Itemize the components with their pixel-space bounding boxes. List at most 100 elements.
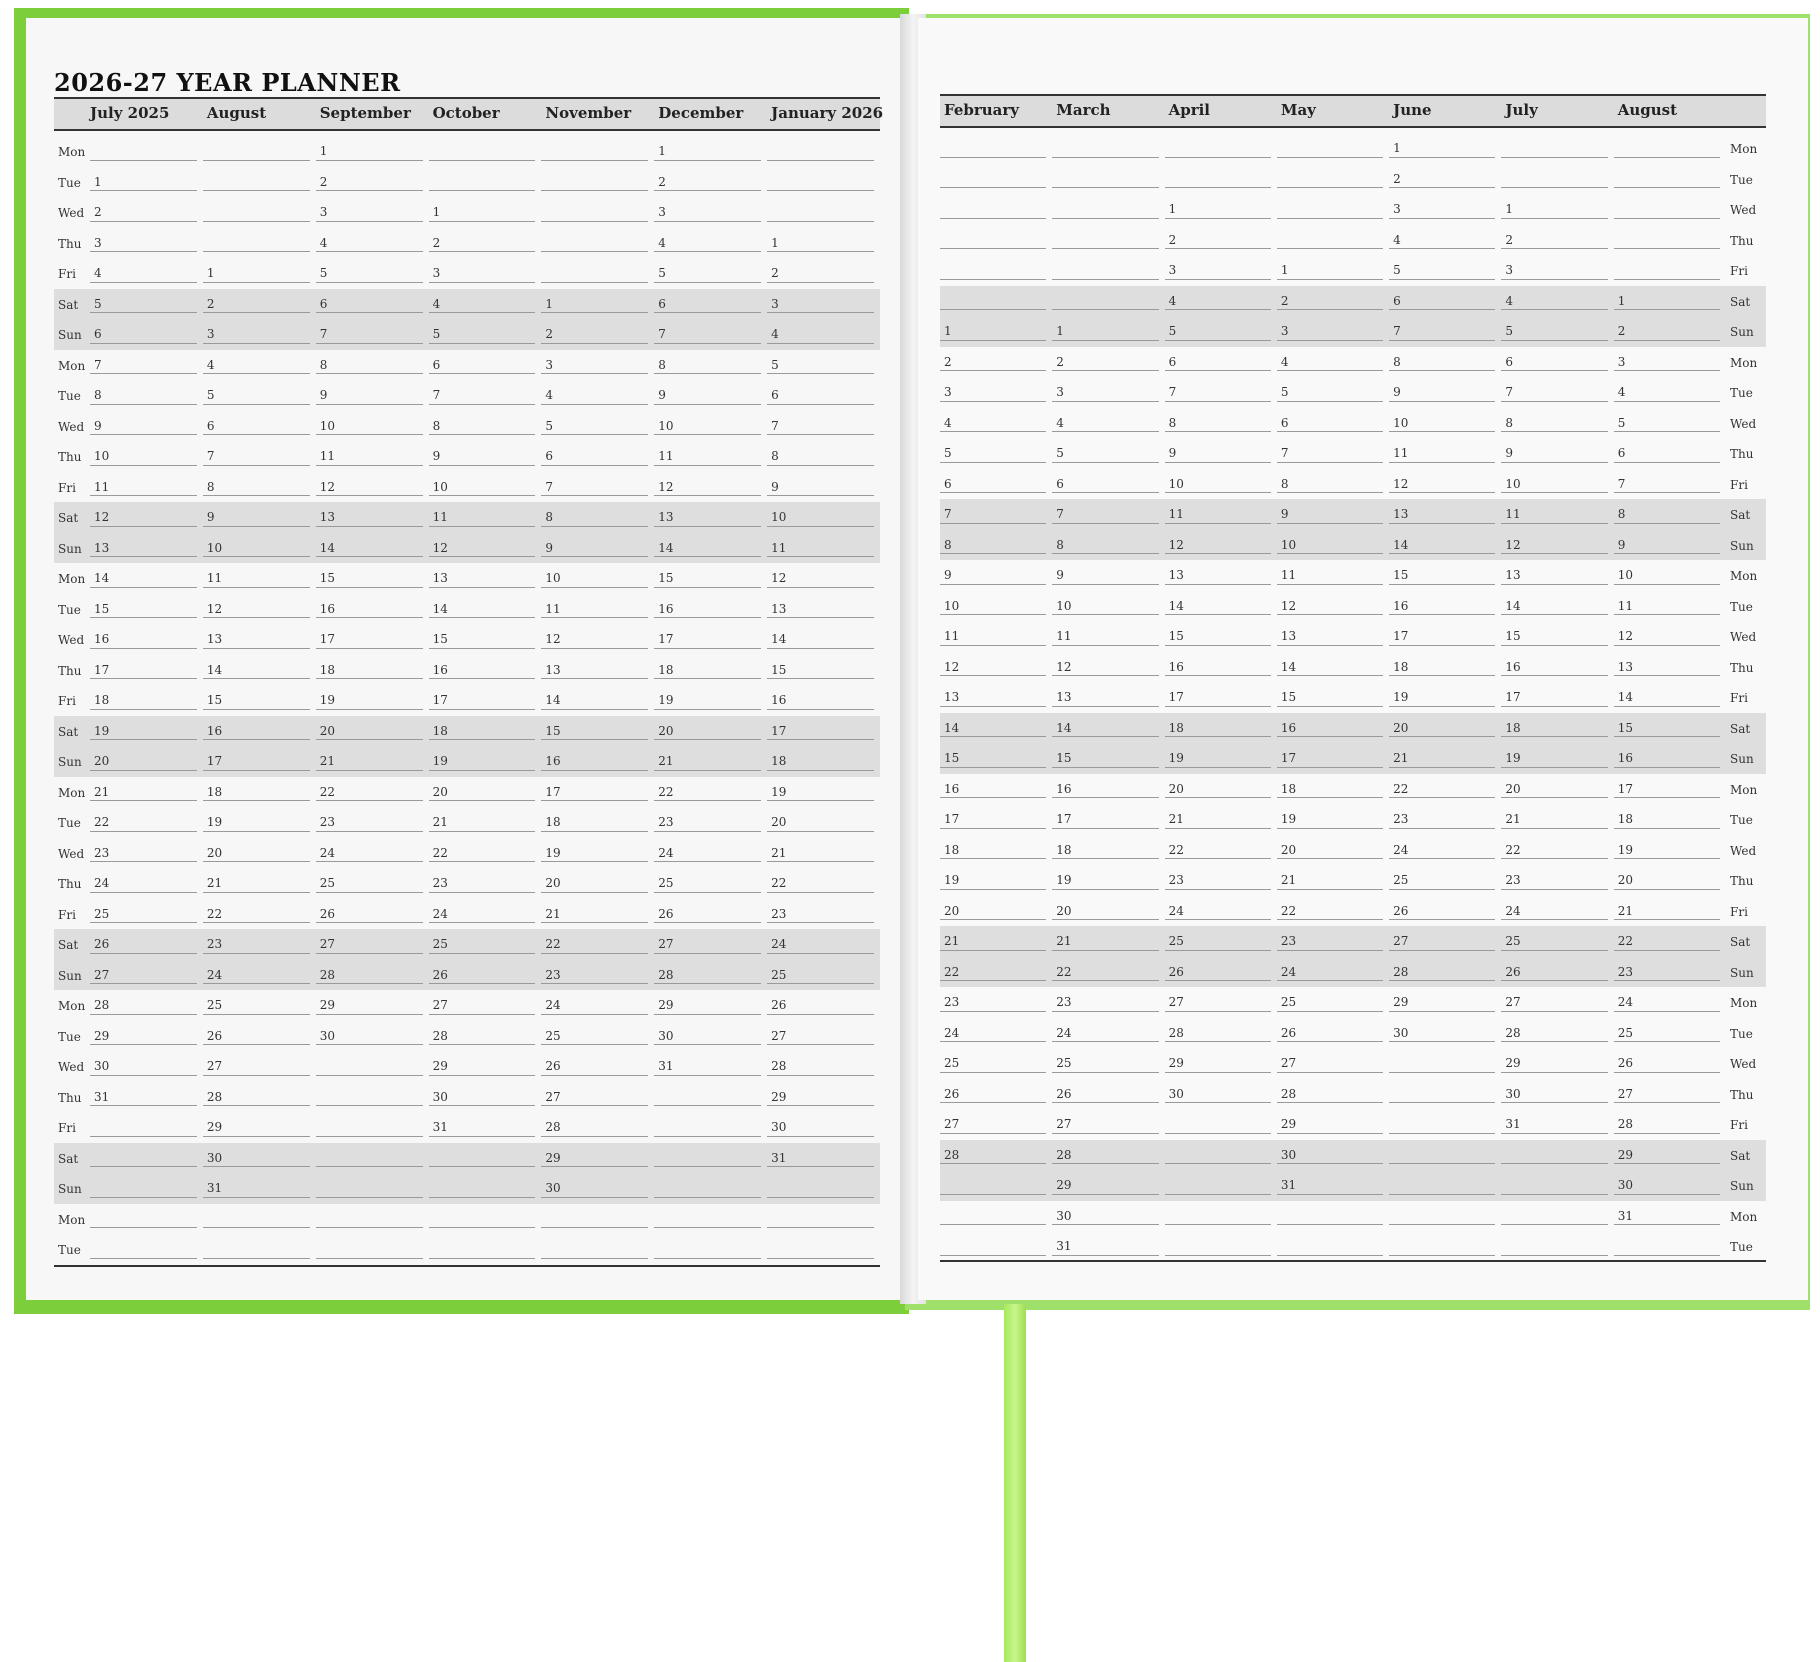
date-cell[interactable]: 12 xyxy=(1389,469,1501,500)
date-cell[interactable]: 26 xyxy=(940,1079,1052,1110)
date-cell[interactable] xyxy=(1164,1109,1277,1140)
date-cell[interactable]: 5 xyxy=(1164,316,1277,347)
date-cell[interactable]: 19 xyxy=(90,716,203,747)
date-cell[interactable]: 27 xyxy=(654,929,767,960)
date-cell[interactable]: 10 xyxy=(315,411,429,442)
date-cell[interactable]: 1 xyxy=(1276,255,1389,286)
date-cell[interactable]: 18 xyxy=(767,746,880,777)
date-cell[interactable]: 18 xyxy=(1389,652,1501,683)
date-cell[interactable]: 2 xyxy=(315,167,429,198)
date-cell[interactable]: 31 xyxy=(202,1173,316,1204)
date-cell[interactable]: 7 xyxy=(1613,469,1726,500)
date-cell[interactable]: 28 xyxy=(1613,1109,1726,1140)
date-cell[interactable]: 10 xyxy=(654,411,767,442)
date-cell[interactable]: 14 xyxy=(654,533,767,564)
date-cell[interactable]: 19 xyxy=(1276,804,1389,835)
date-cell[interactable]: 25 xyxy=(1276,987,1389,1018)
date-cell[interactable]: 19 xyxy=(428,746,542,777)
date-cell[interactable]: 7 xyxy=(541,472,654,503)
date-cell[interactable]: 19 xyxy=(1389,682,1501,713)
date-cell[interactable]: 25 xyxy=(428,929,542,960)
date-cell[interactable] xyxy=(1389,1079,1501,1110)
date-cell[interactable]: 15 xyxy=(1052,743,1164,774)
date-cell[interactable]: 5 xyxy=(654,258,767,289)
date-cell[interactable]: 2 xyxy=(1501,225,1613,256)
date-cell[interactable]: 23 xyxy=(541,960,654,991)
date-cell[interactable]: 2 xyxy=(202,289,316,320)
date-cell[interactable]: 9 xyxy=(1389,377,1501,408)
date-cell[interactable]: 11 xyxy=(1276,560,1389,591)
date-cell[interactable]: 17 xyxy=(202,746,316,777)
date-cell[interactable]: 23 xyxy=(90,838,203,869)
date-cell[interactable] xyxy=(90,1143,203,1174)
date-cell[interactable] xyxy=(541,136,654,167)
date-cell[interactable]: 1 xyxy=(1389,133,1501,164)
date-cell[interactable]: 5 xyxy=(90,289,203,320)
date-cell[interactable] xyxy=(1276,1201,1389,1232)
date-cell[interactable]: 13 xyxy=(315,502,429,533)
date-cell[interactable]: 31 xyxy=(1613,1201,1726,1232)
date-cell[interactable]: 20 xyxy=(1052,896,1164,927)
date-cell[interactable]: 25 xyxy=(315,868,429,899)
date-cell[interactable] xyxy=(767,167,880,198)
date-cell[interactable] xyxy=(1052,133,1164,164)
date-cell[interactable]: 27 xyxy=(202,1051,316,1082)
date-cell[interactable]: 25 xyxy=(1389,865,1501,896)
date-cell[interactable]: 3 xyxy=(1276,316,1389,347)
date-cell[interactable]: 31 xyxy=(1276,1170,1389,1201)
date-cell[interactable]: 14 xyxy=(315,533,429,564)
date-cell[interactable]: 1 xyxy=(1164,194,1277,225)
date-cell[interactable]: 22 xyxy=(767,868,880,899)
date-cell[interactable]: 23 xyxy=(202,929,316,960)
date-cell[interactable]: 30 xyxy=(428,1082,542,1113)
date-cell[interactable]: 20 xyxy=(1613,865,1726,896)
date-cell[interactable]: 6 xyxy=(940,469,1052,500)
date-cell[interactable] xyxy=(940,1170,1052,1201)
date-cell[interactable]: 3 xyxy=(428,258,542,289)
date-cell[interactable]: 26 xyxy=(1613,1048,1726,1079)
date-cell[interactable]: 16 xyxy=(315,594,429,625)
date-cell[interactable]: 20 xyxy=(1389,713,1501,744)
date-cell[interactable]: 23 xyxy=(1501,865,1613,896)
date-cell[interactable]: 7 xyxy=(1501,377,1613,408)
date-cell[interactable]: 9 xyxy=(428,441,542,472)
date-cell[interactable]: 14 xyxy=(1613,682,1726,713)
date-cell[interactable]: 15 xyxy=(90,594,203,625)
date-cell[interactable]: 24 xyxy=(1164,896,1277,927)
date-cell[interactable]: 23 xyxy=(940,987,1052,1018)
date-cell[interactable] xyxy=(428,1204,542,1235)
date-cell[interactable]: 6 xyxy=(654,289,767,320)
date-cell[interactable]: 15 xyxy=(1501,621,1613,652)
date-cell[interactable]: 11 xyxy=(767,533,880,564)
date-cell[interactable]: 3 xyxy=(767,289,880,320)
date-cell[interactable]: 26 xyxy=(541,1051,654,1082)
date-cell[interactable]: 29 xyxy=(202,1112,316,1143)
date-cell[interactable]: 24 xyxy=(654,838,767,869)
date-cell[interactable]: 30 xyxy=(1164,1079,1277,1110)
date-cell[interactable]: 12 xyxy=(90,502,203,533)
date-cell[interactable]: 3 xyxy=(1164,255,1277,286)
date-cell[interactable] xyxy=(1052,194,1164,225)
date-cell[interactable] xyxy=(767,1173,880,1204)
date-cell[interactable]: 23 xyxy=(1164,865,1277,896)
date-cell[interactable]: 6 xyxy=(90,319,203,350)
date-cell[interactable]: 6 xyxy=(1276,408,1389,439)
date-cell[interactable]: 15 xyxy=(428,624,542,655)
date-cell[interactable]: 12 xyxy=(1276,591,1389,622)
date-cell[interactable]: 28 xyxy=(1052,1140,1164,1171)
date-cell[interactable] xyxy=(428,1173,542,1204)
date-cell[interactable] xyxy=(1613,133,1726,164)
date-cell[interactable]: 30 xyxy=(202,1143,316,1174)
date-cell[interactable]: 20 xyxy=(654,716,767,747)
date-cell[interactable] xyxy=(1501,133,1613,164)
date-cell[interactable]: 9 xyxy=(541,533,654,564)
date-cell[interactable]: 6 xyxy=(428,350,542,381)
date-cell[interactable]: 14 xyxy=(428,594,542,625)
date-cell[interactable] xyxy=(1276,1231,1389,1262)
date-cell[interactable]: 18 xyxy=(202,777,316,808)
date-cell[interactable] xyxy=(940,1231,1052,1262)
date-cell[interactable]: 19 xyxy=(541,838,654,869)
date-cell[interactable]: 2 xyxy=(1052,347,1164,378)
date-cell[interactable]: 10 xyxy=(428,472,542,503)
date-cell[interactable]: 7 xyxy=(1389,316,1501,347)
